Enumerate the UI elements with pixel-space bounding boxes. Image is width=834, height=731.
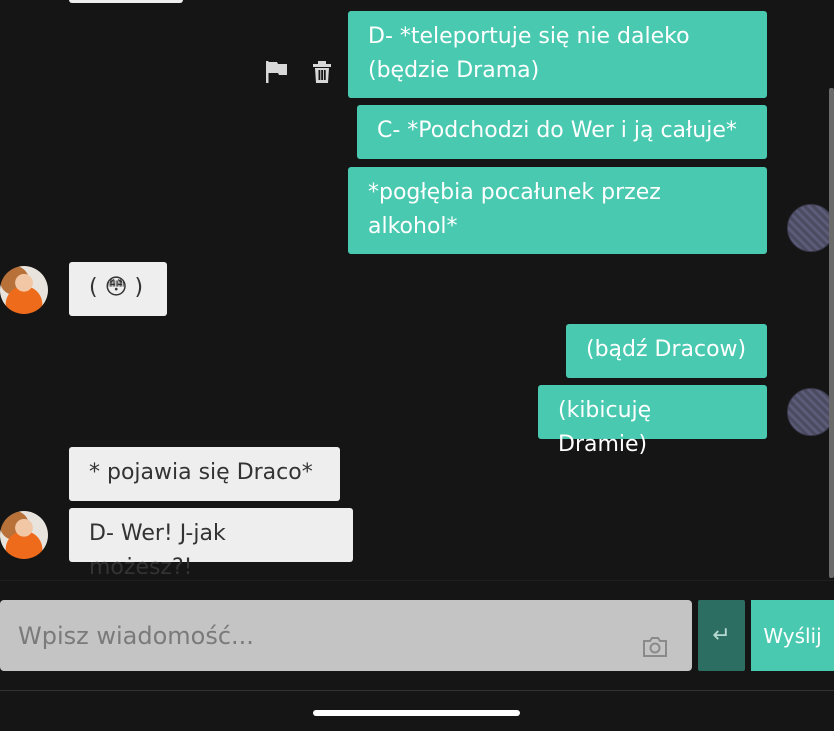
contact-avatar[interactable]	[0, 266, 48, 314]
scrollbar[interactable]	[829, 88, 834, 578]
enter-toggle-button[interactable]: ↵	[698, 600, 745, 671]
message-bubble[interactable]: D- Wer! J-jak możesz?!	[69, 508, 353, 580]
home-indicator[interactable]	[313, 710, 520, 716]
message-bubble[interactable]: C- *Podchodzi do Wer i ją całuje*	[357, 105, 767, 159]
system-bottom-bar	[0, 690, 834, 731]
message-bubble[interactable]: *pogłębia pocałunek przez alkohol*	[348, 167, 767, 254]
my-avatar[interactable]	[787, 204, 834, 252]
flag-icon[interactable]	[264, 59, 290, 85]
message-bubble[interactable]: (bądź Dracow)	[566, 324, 767, 378]
message-list[interactable]: D- *teleportuje się nie daleko (będzie D…	[0, 0, 834, 580]
message-bubble[interactable]: (kibicuję Dramie)	[538, 385, 767, 457]
camera-icon[interactable]	[642, 635, 668, 659]
contact-avatar[interactable]	[0, 511, 48, 559]
message-composer: ↵ Wyślij	[0, 580, 834, 690]
message-partial-top	[69, 0, 183, 3]
message-input[interactable]	[0, 600, 692, 671]
message-bubble[interactable]: * pojawia się Draco*	[69, 447, 340, 501]
trash-icon[interactable]	[309, 59, 335, 85]
message-bubble[interactable]: ( 😳 )	[69, 262, 167, 316]
my-avatar[interactable]	[787, 388, 834, 436]
message-bubble[interactable]: D- *teleportuje się nie daleko (będzie D…	[348, 11, 767, 98]
send-button[interactable]: Wyślij	[751, 600, 834, 671]
